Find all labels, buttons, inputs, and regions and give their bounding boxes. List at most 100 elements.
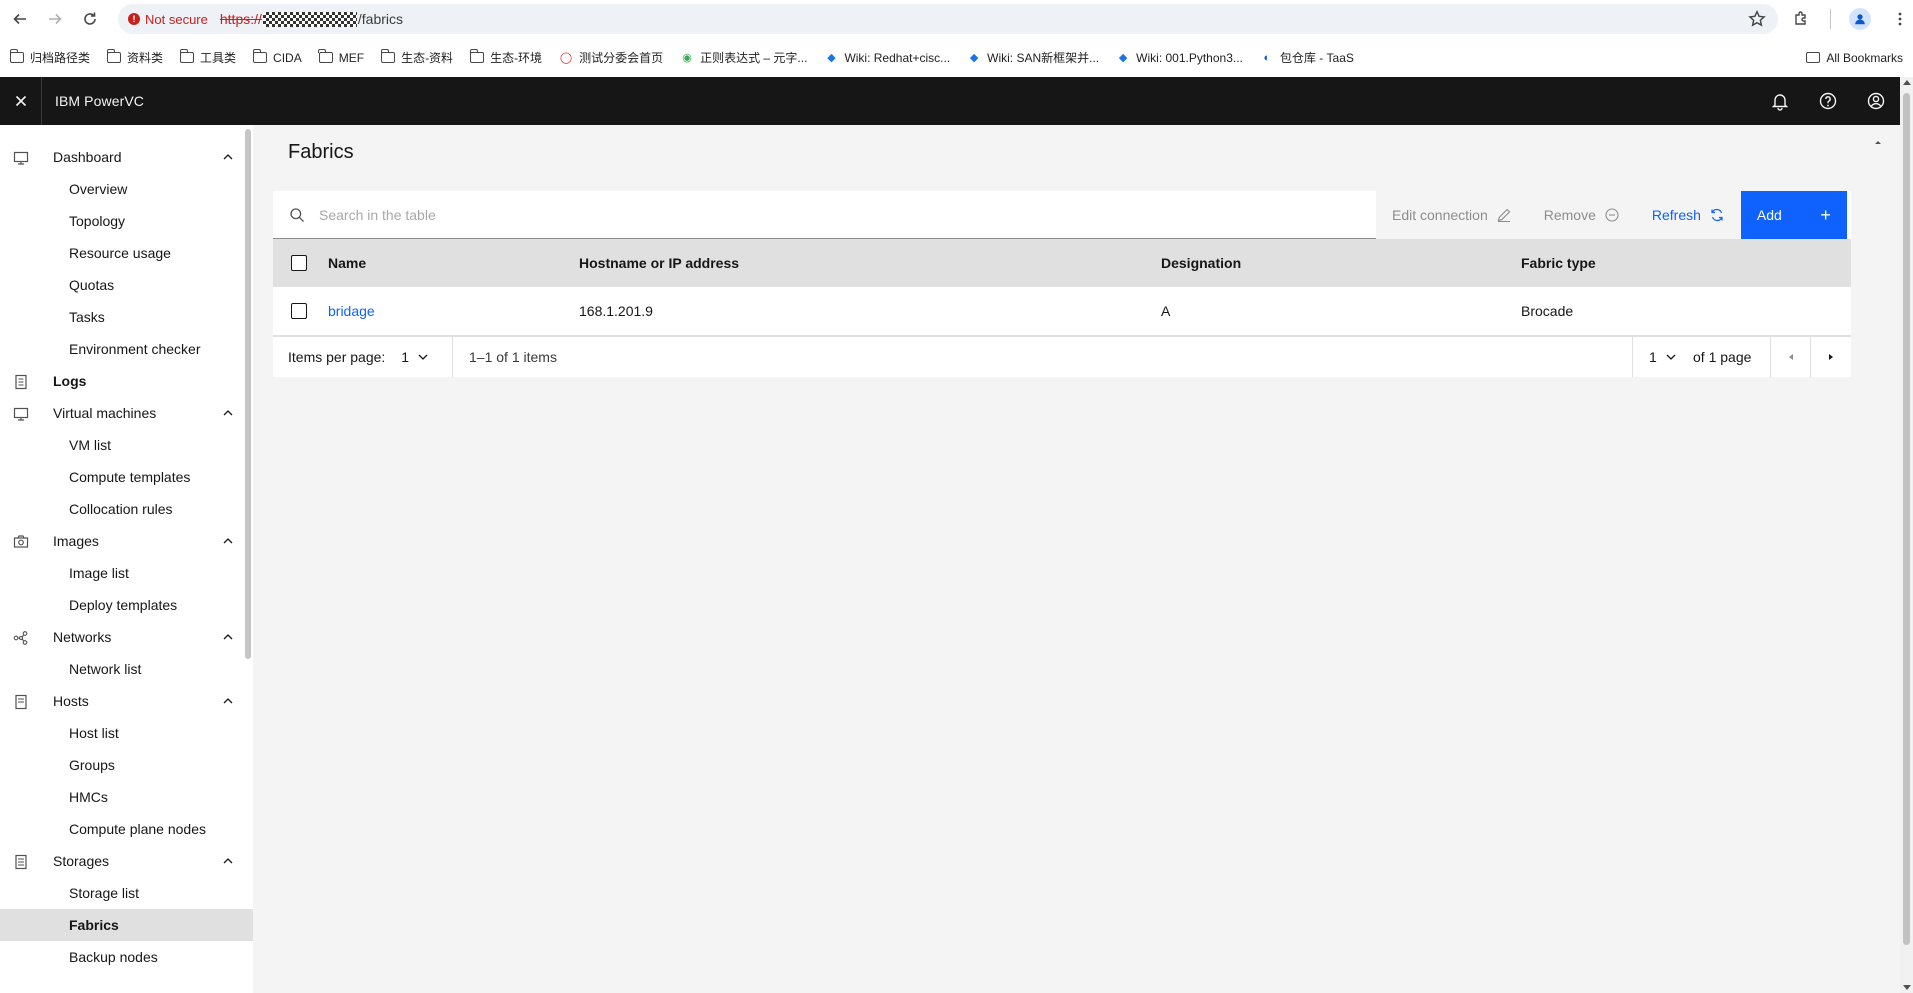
sidebar-item-image-list[interactable]: Image list xyxy=(0,557,253,589)
folder-icon xyxy=(179,49,195,63)
bookmarks-bar: 归档路径类 资料类 工具类 CIDA MEF 生态-资料 生态-环境 ◯ 测试分委… xyxy=(0,38,1913,77)
scroll-down-arrow-icon[interactable] xyxy=(1903,985,1911,990)
table-header-row: Name Hostname or IP address Designation … xyxy=(273,239,1851,287)
sidebar-item-compute-plane-nodes[interactable]: Compute plane nodes xyxy=(0,813,253,845)
edit-connection-button[interactable]: Edit connection xyxy=(1376,191,1528,239)
search-input[interactable] xyxy=(319,191,1359,238)
bookmark-folder[interactable]: 工具类 xyxy=(179,49,236,66)
column-header-designation[interactable]: Designation xyxy=(1161,239,1241,287)
forward-button[interactable] xyxy=(37,0,73,38)
sidebar-item-resource-usage[interactable]: Resource usage xyxy=(0,237,253,269)
sidebar-item-backup-nodes[interactable]: Backup nodes xyxy=(0,941,253,973)
chevron-up-icon xyxy=(223,858,233,864)
sidebar-scrollbar[interactable] xyxy=(245,129,251,659)
url-scheme: https:// xyxy=(219,11,262,27)
sidebar-item-host-list[interactable]: Host list xyxy=(0,717,253,749)
notifications-button[interactable] xyxy=(1756,77,1804,125)
back-button[interactable] xyxy=(2,0,38,38)
warning-icon: ! xyxy=(128,13,140,25)
column-header-fabric-type[interactable]: Fabric type xyxy=(1521,239,1596,287)
previous-page-button[interactable] xyxy=(1771,337,1811,377)
main-content: Fabrics Edit connection Remove Refresh A… xyxy=(253,125,1900,993)
sidebar-item-collocation-rules[interactable]: Collocation rules xyxy=(0,493,253,525)
bookmark-folder[interactable]: 资料类 xyxy=(106,49,163,66)
sidebar-item-deploy-templates[interactable]: Deploy templates xyxy=(0,589,253,621)
items-per-page-select[interactable]: 1 xyxy=(401,349,429,365)
url-text[interactable]: https:// /fabrics xyxy=(220,11,403,27)
sidebar-item-vm-list[interactable]: VM list xyxy=(0,429,253,461)
puzzle-icon xyxy=(1795,11,1806,25)
bookmark-link[interactable]: ◆ Wiki: SAN新框架并... xyxy=(967,49,1099,66)
nav-group-storages[interactable]: Storages xyxy=(0,845,253,877)
add-button[interactable]: Add + xyxy=(1740,191,1847,239)
bookmark-link[interactable]: ◆ Wiki: Redhat+cisc... xyxy=(824,51,950,65)
row-checkbox[interactable] xyxy=(291,303,307,319)
bookmark-folder[interactable]: 生态-环境 xyxy=(469,49,542,66)
sidebar-item-compute-templates[interactable]: Compute templates xyxy=(0,461,253,493)
nav-group-images[interactable]: Images xyxy=(0,525,253,557)
user-profile-button[interactable] xyxy=(1852,77,1900,125)
browser-menu-button[interactable] xyxy=(1889,8,1911,30)
page-scrollbar[interactable] xyxy=(1900,77,1913,993)
app-brand[interactable]: IBM PowerVC xyxy=(42,93,144,109)
page-select[interactable]: 1 xyxy=(1632,337,1687,377)
bookmark-link[interactable]: ◆ Wiki: 001.Python3... xyxy=(1116,51,1243,65)
chevron-up-icon xyxy=(223,634,233,640)
profile-button[interactable] xyxy=(1849,8,1871,30)
refresh-button[interactable]: Refresh xyxy=(1635,191,1741,239)
browser-actions xyxy=(1790,0,1911,38)
sidebar-item-storage-list[interactable]: Storage list xyxy=(0,877,253,909)
sidebar-item-environment-checker[interactable]: Environment checker xyxy=(0,333,253,365)
chevron-up-icon xyxy=(223,538,233,544)
nav-group-virtual-machines[interactable]: Virtual machines xyxy=(0,397,253,429)
fabric-designation-cell: A xyxy=(1161,303,1171,319)
select-all-checkbox[interactable] xyxy=(291,255,307,271)
sidebar-item-groups[interactable]: Groups xyxy=(0,749,253,781)
bookmark-link[interactable]: ◐ 包仓库 - TaaS xyxy=(1260,49,1354,66)
camera-icon xyxy=(13,535,29,548)
caret-right-icon xyxy=(1829,354,1833,360)
folder-icon xyxy=(1806,52,1821,63)
scrollbar-thumb[interactable] xyxy=(1903,93,1910,945)
security-chip[interactable]: ! Not secure xyxy=(128,12,220,27)
nav-item-logs[interactable]: Logs xyxy=(0,365,253,397)
chevron-up-icon xyxy=(223,154,233,160)
bookmark-folder[interactable]: 归档路径类 xyxy=(9,49,90,66)
sidebar-item-quotas[interactable]: Quotas xyxy=(0,269,253,301)
address-bar[interactable]: ! Not secure https:// /fabrics xyxy=(118,4,1778,34)
sidebar-item-overview[interactable]: Overview xyxy=(0,173,253,205)
remove-button[interactable]: Remove xyxy=(1527,191,1636,239)
sidebar-item-topology[interactable]: Topology xyxy=(0,205,253,237)
nav-group-dashboard[interactable]: Dashboard xyxy=(0,141,253,173)
bookmark-star-icon[interactable] xyxy=(1748,10,1766,28)
chevron-down-icon xyxy=(1666,354,1676,360)
bookmark-link[interactable]: ◉ 正则表达式 – 元字... xyxy=(680,49,807,66)
bookmark-folder[interactable]: MEF xyxy=(318,49,364,65)
minus-circle-icon xyxy=(1605,208,1619,222)
close-menu-button[interactable] xyxy=(0,77,42,125)
next-page-button[interactable] xyxy=(1811,337,1851,377)
bookmark-link[interactable]: ◯ 测试分委会首页 xyxy=(559,49,663,66)
chevron-down-icon xyxy=(418,354,428,360)
all-bookmarks-button[interactable]: All Bookmarks xyxy=(1806,38,1903,77)
bookmark-folder[interactable]: CIDA xyxy=(252,49,302,65)
scroll-up-arrow-icon[interactable] xyxy=(1903,80,1911,85)
nav-group-hosts[interactable]: Hosts xyxy=(0,685,253,717)
reload-button[interactable] xyxy=(72,0,108,38)
table-row: bridage 168.1.201.9 A Brocade xyxy=(273,287,1851,336)
column-header-host[interactable]: Hostname or IP address xyxy=(579,239,739,287)
site-favicon-icon: ◯ xyxy=(559,52,573,64)
fabric-name-link[interactable]: bridage xyxy=(328,287,375,335)
scroll-up-caret-icon[interactable] xyxy=(1873,137,1883,147)
sidebar-item-hmcs[interactable]: HMCs xyxy=(0,781,253,813)
help-icon xyxy=(1819,92,1837,110)
nav-group-networks[interactable]: Networks xyxy=(0,621,253,653)
bookmark-folder[interactable]: 生态-资料 xyxy=(380,49,453,66)
extensions-button[interactable] xyxy=(1790,8,1812,30)
column-header-name[interactable]: Name xyxy=(328,239,366,287)
redacted-host xyxy=(262,11,357,27)
sidebar-item-fabrics[interactable]: Fabrics xyxy=(0,909,253,941)
help-button[interactable] xyxy=(1804,77,1852,125)
sidebar-item-network-list[interactable]: Network list xyxy=(0,653,253,685)
sidebar-item-tasks[interactable]: Tasks xyxy=(0,301,253,333)
